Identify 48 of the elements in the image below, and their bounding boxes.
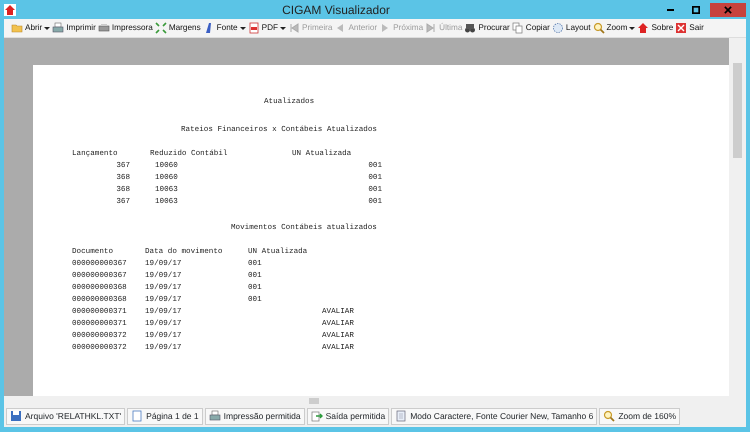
status-text: Saída permitida xyxy=(326,410,386,422)
document-icon xyxy=(395,410,408,422)
maximize-icon xyxy=(692,6,700,14)
scrollbar-thumb[interactable] xyxy=(733,63,742,158)
caret-icon xyxy=(240,26,246,30)
export-icon xyxy=(310,410,323,422)
toolbar-button[interactable]: Margens xyxy=(154,20,202,36)
toolbar-button[interactable]: Impressora xyxy=(96,20,154,36)
printer-icon xyxy=(52,22,64,34)
status-text: Zoom de 160% xyxy=(618,410,676,422)
scrollbar-thumb[interactable] xyxy=(309,398,319,404)
copy-icon xyxy=(512,22,524,34)
house-icon xyxy=(637,22,650,34)
last-icon xyxy=(425,22,438,34)
printer-icon xyxy=(208,410,221,422)
arrows-icon xyxy=(154,22,167,34)
toolbar-button[interactable]: Fonte xyxy=(202,20,239,36)
app-icon xyxy=(4,4,16,16)
folder-icon xyxy=(11,22,23,34)
caret-icon xyxy=(44,26,50,30)
page-icon xyxy=(131,410,144,422)
caret-icon xyxy=(629,26,636,30)
toolbar-button[interactable]: Procurar xyxy=(463,20,511,36)
toolbar-button[interactable]: PDF xyxy=(246,20,279,36)
pdf-icon xyxy=(248,22,260,34)
status-text: Arquivo 'RELATHKL.TXT' xyxy=(25,410,122,422)
toolbar-button[interactable]: Zoom xyxy=(592,20,628,36)
close-button[interactable] xyxy=(710,2,746,16)
printer-icon xyxy=(98,22,110,34)
first-icon xyxy=(288,22,300,34)
close-icon xyxy=(724,6,732,14)
toolbar-button[interactable]: Sair xyxy=(674,20,705,36)
status-text: Modo Caractere, Fonte Courier New, Tamanho 6 xyxy=(410,410,594,422)
status-text: Página 1 de 1 xyxy=(146,410,199,422)
search-icon xyxy=(603,410,616,422)
toolbar-button[interactable]: Imprimir xyxy=(51,20,97,36)
close-icon xyxy=(675,22,688,34)
minimize-icon xyxy=(666,8,674,10)
search-icon xyxy=(592,22,604,34)
toolbar-button[interactable]: Copiar xyxy=(510,20,551,36)
window-title: CIGAM Visualizador xyxy=(281,2,391,18)
binoculars-icon xyxy=(464,22,476,34)
caret-icon xyxy=(280,26,286,30)
toolbar-button[interactable]: Sobre xyxy=(636,20,674,36)
status-text: Impressão permitida xyxy=(224,410,301,422)
layout-icon xyxy=(552,22,564,34)
toolbar-button[interactable]: Layout xyxy=(550,20,592,36)
toolbar-button[interactable]: Abrir xyxy=(10,20,44,36)
